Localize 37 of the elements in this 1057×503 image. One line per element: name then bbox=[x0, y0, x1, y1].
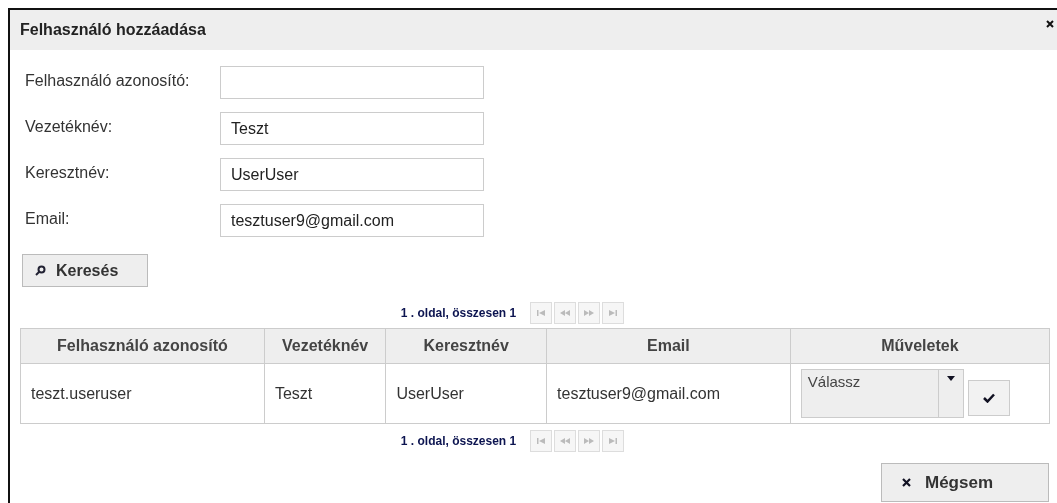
page-info: 1 . oldal, összesen 1 bbox=[400, 306, 517, 320]
prev-arrow-icon bbox=[559, 308, 572, 318]
page-info: 1 . oldal, összesen 1 bbox=[400, 434, 517, 448]
column-header: Vezetéknév bbox=[264, 328, 386, 364]
input-field[interactable]: UserUser bbox=[220, 158, 484, 191]
table-cell: UserUser bbox=[385, 363, 547, 424]
action-dropdown[interactable]: Válassz bbox=[800, 369, 964, 418]
dialog-title: Felhasználó hozzáadása bbox=[20, 21, 206, 39]
last-arrow-icon bbox=[607, 308, 620, 318]
next-arrow-icon bbox=[583, 436, 596, 446]
search-button[interactable]: Keresés bbox=[22, 254, 148, 287]
close-icon bbox=[902, 478, 911, 487]
check-icon bbox=[982, 392, 995, 403]
input-field[interactable]: tesztuser9@gmail.com bbox=[220, 204, 484, 237]
first-arrow-icon bbox=[535, 436, 548, 446]
table-cell: teszt.useruser bbox=[20, 363, 265, 424]
column-header: Email bbox=[546, 328, 791, 364]
input-field[interactable]: Teszt bbox=[220, 112, 484, 145]
field-label: Felhasználó azonosító: bbox=[25, 71, 191, 90]
search-icon bbox=[35, 265, 46, 276]
field-label: Email: bbox=[25, 209, 71, 228]
table-cell: tesztuser9@gmail.com bbox=[546, 363, 791, 424]
field-label: Keresztnév: bbox=[25, 163, 111, 182]
table-cell: Teszt bbox=[264, 363, 386, 424]
column-header: Felhasználó azonosító bbox=[20, 328, 265, 364]
cancel-button[interactable]: Mégsem bbox=[881, 463, 1049, 502]
caret-icon bbox=[946, 376, 955, 381]
prev-arrow-icon bbox=[559, 436, 572, 446]
field-label: Vezetéknév: bbox=[25, 117, 114, 136]
first-arrow-icon bbox=[535, 308, 548, 318]
column-header: Keresztnév bbox=[385, 328, 547, 364]
last-arrow-icon bbox=[607, 436, 620, 446]
next-arrow-icon bbox=[583, 308, 596, 318]
column-header: Műveletek bbox=[790, 328, 1050, 364]
confirm-button[interactable] bbox=[967, 379, 1010, 416]
input-field[interactable] bbox=[220, 66, 484, 99]
close-icon[interactable] bbox=[1046, 20, 1054, 28]
